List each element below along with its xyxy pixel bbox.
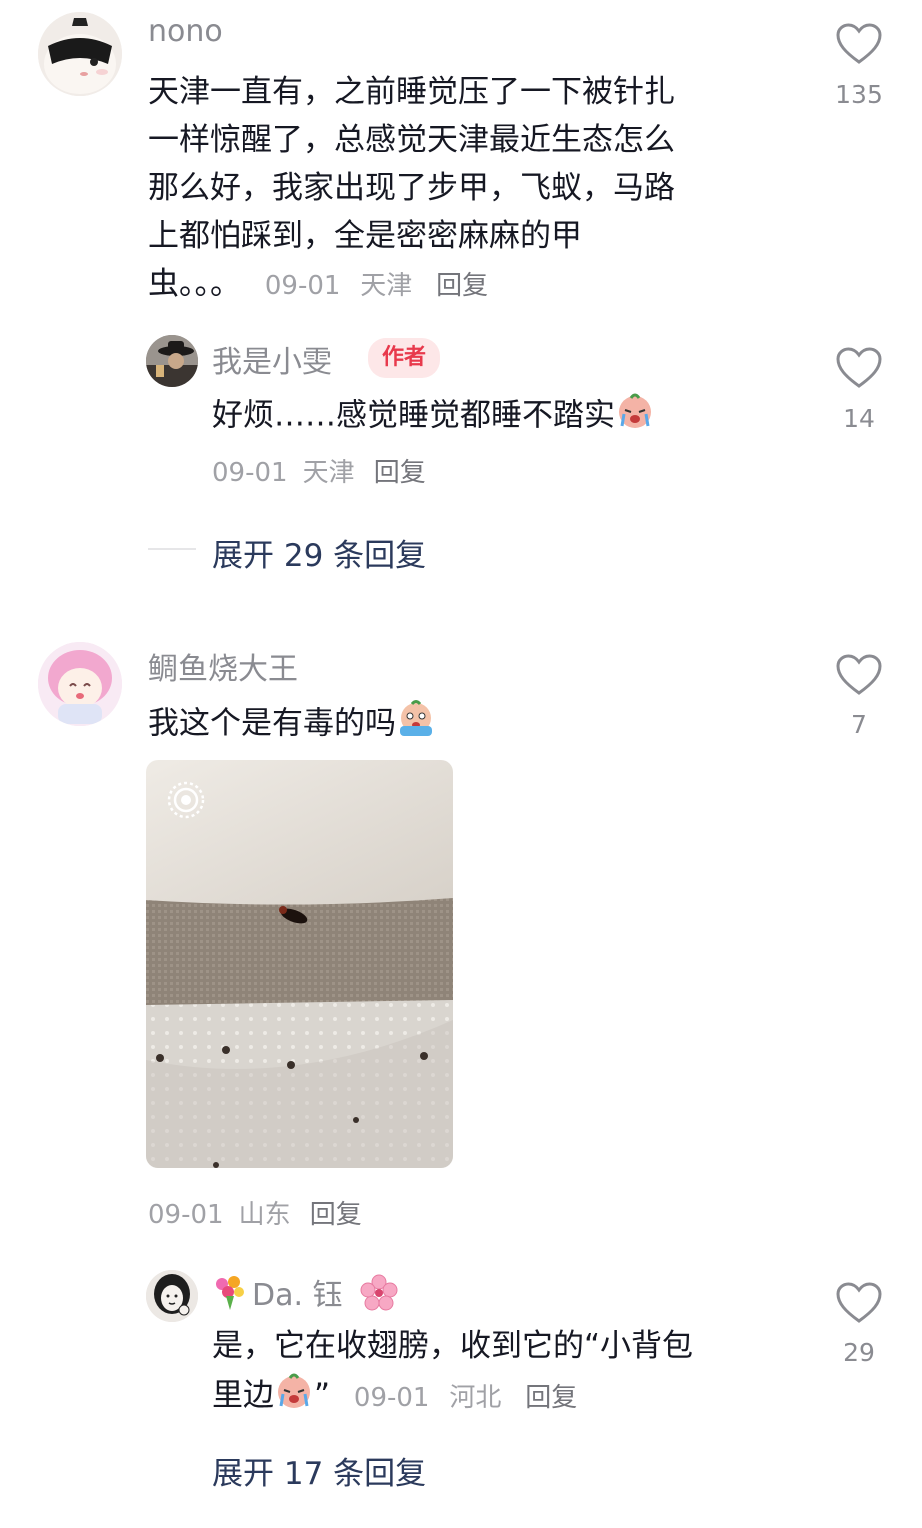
- avatar[interactable]: [38, 642, 122, 726]
- comment-meta: 09-01 山东 回复: [148, 1194, 362, 1231]
- heart-outline-icon: [836, 347, 882, 388]
- crying-emoji-icon: [274, 1370, 314, 1424]
- comment-location: 天津: [360, 271, 413, 301]
- like-count: 7: [851, 710, 867, 739]
- crying-emoji-icon: [396, 698, 436, 752]
- comment-text-line: 天津一直有，之前睡觉压了一下被针扎: [148, 74, 675, 110]
- like-count: 29: [843, 1338, 875, 1367]
- comment-text: 我这个是有毒的吗: [148, 698, 436, 752]
- reply-text: 是，它在收翅膀，收到它的“小背包 里边 ” 09-01 河北 回复: [212, 1322, 812, 1424]
- like-button[interactable]: [835, 22, 883, 66]
- comment-text-last: 虫。。。: [148, 266, 241, 302]
- bouquet-emoji-icon: [212, 1274, 248, 1320]
- avatar[interactable]: [146, 335, 198, 387]
- like-count: 135: [835, 80, 883, 109]
- reply-text-content: 好烦……感觉睡觉都睡不踏实: [212, 397, 615, 434]
- comment-text-line: 一样惊醒了，总感觉天津最近生态怎么: [148, 122, 675, 158]
- avatar[interactable]: [146, 1270, 198, 1322]
- anime-girl-avatar-image: [38, 642, 122, 726]
- comment-location: 山东: [238, 1200, 291, 1230]
- crying-emoji-icon: [615, 390, 655, 444]
- reply-username[interactable]: Da. 钰: [212, 1270, 398, 1320]
- comment-text-content: 我这个是有毒的吗: [148, 705, 396, 742]
- expand-replies-button[interactable]: 展开 17 条回复: [212, 1448, 426, 1493]
- reply-button[interactable]: 回复: [310, 1200, 362, 1230]
- comment-text-line: 虫。。。 09-01 天津 回复: [148, 260, 788, 310]
- like-count: 14: [843, 404, 875, 433]
- like-button[interactable]: [835, 1281, 883, 1325]
- reply-username-text: Da. 钰: [252, 1278, 343, 1313]
- reply-button[interactable]: 回复: [436, 271, 488, 301]
- like-button[interactable]: [835, 653, 883, 697]
- author-badge: 作者: [368, 338, 441, 378]
- comment-username[interactable]: 鲷鱼烧大王: [148, 644, 298, 688]
- reply-location: 天津: [302, 458, 355, 488]
- heart-outline-icon: [836, 654, 882, 695]
- comment-image[interactable]: [146, 760, 453, 1168]
- like-button[interactable]: [835, 346, 883, 390]
- comment-text-line: 上都怕踩到，全是密密麻麻的甲: [148, 218, 582, 254]
- heart-outline-icon: [836, 1282, 882, 1323]
- cat-pirate-avatar-image: [38, 12, 122, 96]
- reply-text-quote: ”: [314, 1377, 331, 1414]
- reply-text-line: 是，它在收翅膀，收到它的“小背包: [212, 1328, 694, 1364]
- reply-text: 好烦……感觉睡觉都睡不踏实: [212, 390, 772, 444]
- girl-sketch-avatar-image: [146, 1270, 198, 1322]
- reply-text-part: 里边: [212, 1377, 274, 1414]
- comment-text-line: 那么好，我家出现了步甲，飞蚁，马路: [148, 170, 675, 206]
- heart-outline-icon: [836, 23, 882, 64]
- reply-date: 09-01: [212, 458, 288, 488]
- reply-location: 河北: [449, 1382, 502, 1413]
- reply-button[interactable]: 回复: [374, 458, 426, 488]
- reply-meta: 09-01 天津 回复: [212, 452, 426, 489]
- comment-date: 09-01: [264, 271, 341, 301]
- reply-username[interactable]: 我是小雯: [212, 337, 332, 381]
- reply-text-line: 里边 ” 09-01 河北 回复: [212, 1370, 812, 1424]
- comment-date: 09-01: [148, 1200, 224, 1230]
- cherry-blossom-emoji-icon: [360, 1274, 398, 1320]
- expand-replies-button[interactable]: 展开 29 条回复: [212, 530, 426, 575]
- man-cowboy-hat-avatar-image: [146, 335, 198, 387]
- comment-username[interactable]: nono: [148, 14, 223, 49]
- reply-date: 09-01: [353, 1382, 430, 1413]
- reply-button[interactable]: 回复: [525, 1383, 577, 1413]
- comment-text: 天津一直有，之前睡觉压了一下被针扎 一样惊醒了，总感觉天津最近生态怎么 那么好，…: [148, 68, 788, 310]
- beetle-photo: [146, 760, 453, 1168]
- avatar[interactable]: [38, 12, 122, 96]
- expand-divider: [148, 548, 196, 550]
